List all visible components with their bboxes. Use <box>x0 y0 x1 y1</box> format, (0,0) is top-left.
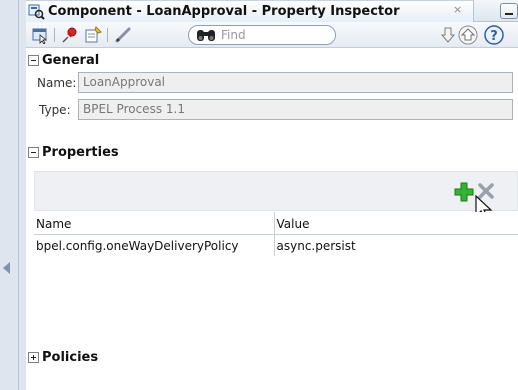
window-left-edge <box>0 0 26 390</box>
help-icon[interactable]: ? <box>484 25 504 45</box>
search-field[interactable] <box>188 25 336 45</box>
table-header-row: Name Value <box>34 212 518 235</box>
properties-table: Name Value bpel.config.oneWayDeliveryPol… <box>34 212 518 256</box>
tab-title: Component - LoanApproval - Property Insp… <box>48 4 400 19</box>
svg-text:?: ? <box>490 29 498 44</box>
general-section-header[interactable]: General <box>28 51 99 69</box>
edit-icon[interactable] <box>83 25 103 45</box>
toolbar: ? <box>26 22 518 48</box>
arrow-up-icon[interactable] <box>458 25 478 45</box>
collapse-icon[interactable] <box>28 54 39 66</box>
table-row[interactable]: bpel.config.oneWayDeliveryPolicy async.p… <box>34 234 518 256</box>
tab-close-button[interactable]: × <box>453 3 462 16</box>
policies-title: Policies <box>42 349 99 365</box>
toolbar-separator <box>107 28 108 42</box>
select-icon[interactable] <box>30 25 50 45</box>
properties-title: Properties <box>42 144 119 160</box>
toolbar-separator <box>54 28 55 42</box>
name-field: LoanApproval <box>78 72 513 93</box>
component-icon <box>28 4 45 20</box>
pencil-icon[interactable] <box>113 25 133 45</box>
minimize-button[interactable] <box>500 3 518 19</box>
add-icon[interactable] <box>454 182 474 202</box>
column-header-value[interactable]: Value <box>274 212 518 235</box>
expand-icon[interactable] <box>28 351 39 363</box>
general-title: General <box>42 52 100 68</box>
search-input[interactable] <box>221 27 329 43</box>
collapse-arrow-icon[interactable] <box>3 262 10 274</box>
policies-section-header[interactable]: Policies <box>28 348 98 366</box>
collapse-icon[interactable] <box>28 146 39 158</box>
property-value-cell[interactable]: async.persist <box>274 234 518 256</box>
inspector-content: General Name: LoanApproval Type: BPEL Pr… <box>26 48 518 390</box>
property-inspector-tab[interactable]: Component - LoanApproval - Property Insp… <box>26 0 474 22</box>
edge-divider <box>18 0 19 390</box>
arrow-down-icon[interactable] <box>438 25 458 45</box>
type-field: BPEL Process 1.1 <box>78 99 513 120</box>
pin-icon[interactable] <box>60 25 80 45</box>
property-name-cell[interactable]: bpel.config.oneWayDeliveryPolicy <box>34 234 275 256</box>
properties-section-header[interactable]: Properties <box>28 143 119 161</box>
column-header-name[interactable]: Name <box>34 212 275 235</box>
binoculars-icon[interactable] <box>195 28 217 43</box>
properties-toolbar <box>34 171 518 222</box>
title-bar: Component - LoanApproval - Property Insp… <box>26 0 518 22</box>
name-label: Name: <box>37 76 77 90</box>
type-label: Type: <box>39 103 71 117</box>
